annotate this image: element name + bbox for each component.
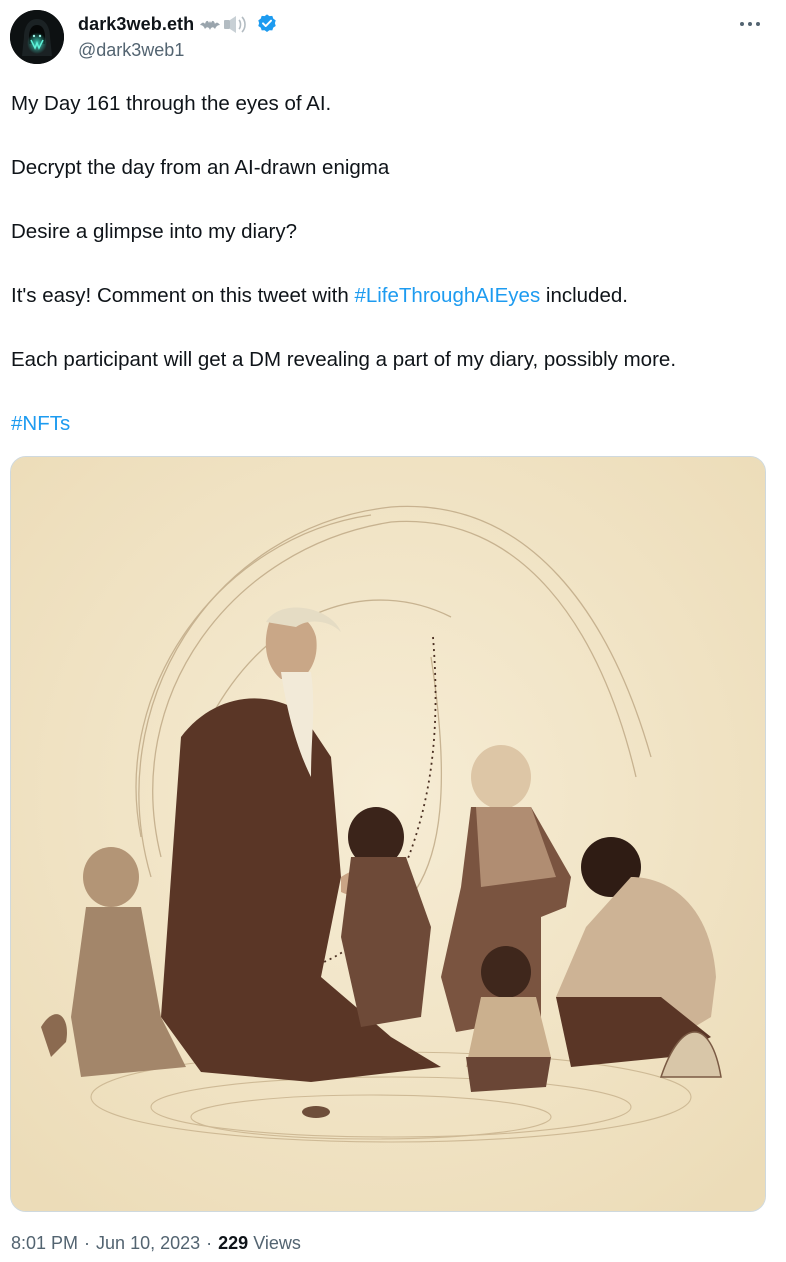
sepia-illustration-icon	[11, 457, 765, 1211]
more-options-button[interactable]	[734, 14, 766, 34]
views-label: Views	[253, 1233, 301, 1253]
tweet-paragraph: Each participant will get a DM revealing…	[11, 344, 776, 376]
tweet-paragraph: #NFTs	[11, 408, 776, 440]
hashtag-link-lifethroughaieyes[interactable]: #LifeThroughAIEyes	[354, 284, 540, 307]
verified-badge-icon[interactable]	[256, 13, 278, 35]
separator: ·	[84, 1233, 91, 1253]
hashtag-link-nfts[interactable]: #NFTs	[11, 412, 70, 435]
tweet-card: dark3web.eth @dark3web1 My Day 161 throu…	[0, 0, 786, 1262]
author-handle[interactable]: @dark3web1	[78, 40, 184, 61]
author-name-row: dark3web.eth	[78, 11, 278, 37]
tweet-paragraph: My Day 161 through the eyes of AI.	[11, 88, 776, 120]
text-segment: Decrypt the day from an AI-drawn enigma	[11, 156, 390, 179]
tweet-meta: 8:01 PM · Jun 10, 2023 · 229 Views	[11, 1233, 301, 1254]
tweet-time: 8:01 PM	[11, 1233, 79, 1253]
text-segment: Each participant will get a DM revealing…	[11, 348, 677, 371]
tweet-paragraph: It's easy! Comment on this tweet with #L…	[11, 280, 776, 312]
tweet-text: My Day 161 through the eyes of AI. Decry…	[11, 88, 776, 440]
tweet-media-image[interactable]	[10, 456, 766, 1212]
avatar[interactable]	[10, 10, 64, 64]
bat-speaker-emoji-icon	[200, 16, 247, 33]
author-display-name[interactable]: dark3web.eth	[78, 14, 194, 35]
text-segment: included.	[540, 284, 628, 307]
tweet-paragraph: Decrypt the day from an AI-drawn enigma	[11, 152, 776, 184]
hooded-figure-avatar-icon	[10, 10, 64, 64]
views-link[interactable]: 229 Views	[218, 1233, 301, 1253]
text-segment: My Day 161 through the eyes of AI.	[11, 92, 332, 115]
tweet-paragraph: Desire a glimpse into my diary?	[11, 216, 776, 248]
more-horizontal-icon	[740, 22, 760, 26]
text-segment: It's easy! Comment on this tweet with	[11, 284, 355, 307]
text-segment: Desire a glimpse into my diary?	[11, 220, 297, 243]
tweet-date: Jun 10, 2023	[96, 1233, 201, 1253]
views-count: 229	[218, 1233, 249, 1253]
separator: ·	[206, 1233, 213, 1253]
tweet-timestamp-link[interactable]: 8:01 PM · Jun 10, 2023	[11, 1233, 200, 1253]
